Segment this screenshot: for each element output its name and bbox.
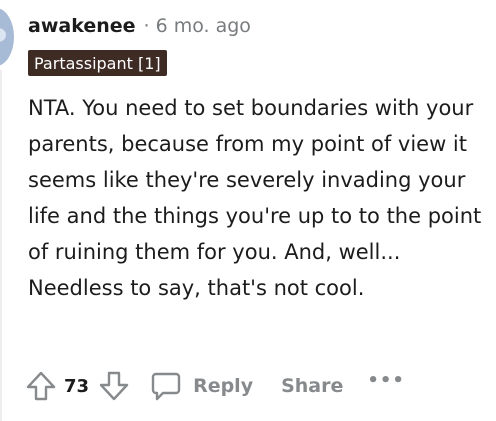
username[interactable]: awakenee	[28, 15, 136, 37]
thread-line[interactable]	[0, 70, 2, 421]
timestamp[interactable]: 6 mo. ago	[156, 15, 251, 37]
reply-label: Reply	[193, 375, 254, 397]
vote-count: 73	[64, 375, 90, 397]
comment-bubble-icon	[149, 369, 183, 403]
downvote-arrow-icon[interactable]	[97, 369, 131, 403]
avatar[interactable]	[0, 8, 14, 66]
more-options-button[interactable]: •••	[367, 370, 405, 391]
meta-separator: ·	[143, 15, 150, 37]
reply-button[interactable]: Reply	[149, 369, 253, 403]
share-button[interactable]: Share	[281, 375, 343, 397]
upvote-arrow-icon[interactable]	[24, 369, 58, 403]
user-flair: Partassipant [1]	[28, 50, 167, 76]
comment-meta: awakenee · 6 mo. ago	[28, 12, 251, 40]
comment-actions: 73 Reply Share •••	[24, 366, 405, 406]
comment-body: NTA. You need to set boundaries with you…	[28, 96, 482, 300]
